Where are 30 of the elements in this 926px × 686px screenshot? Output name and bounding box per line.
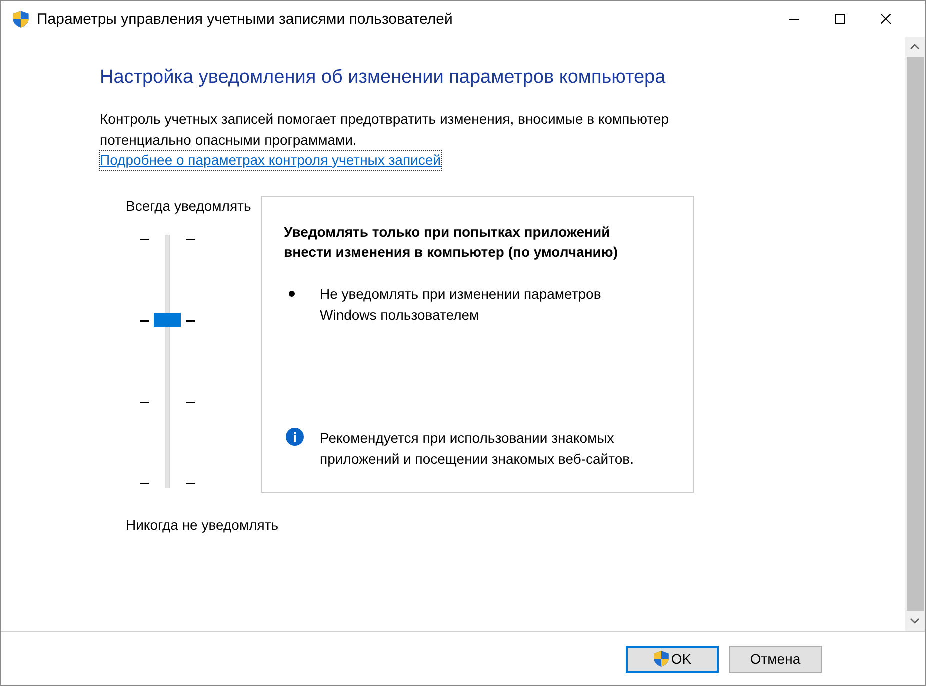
slider-bottom-label: Никогда не уведомлять xyxy=(126,516,279,535)
tick-mark xyxy=(140,483,149,484)
learn-more-link[interactable]: Подробнее о параметрах контроля учетных записей xyxy=(100,151,441,170)
shield-icon xyxy=(653,650,670,668)
page-heading: Настройка уведомления об изменении параметров компьютера xyxy=(100,67,667,89)
recommendation-text: Рекомендуется при использовании знакомых приложений и посещении знакомых веб-сайтов. xyxy=(320,429,635,469)
tick-mark xyxy=(186,239,195,240)
slider-thumb[interactable] xyxy=(154,312,181,327)
info-icon xyxy=(286,428,304,446)
close-icon[interactable] xyxy=(881,14,891,24)
shield-icon xyxy=(12,10,30,28)
cancel-button[interactable]: Отмена xyxy=(729,646,822,672)
tick-mark xyxy=(140,402,149,403)
tick-mark xyxy=(186,402,195,403)
bullet-text: Не уведомлять при изменении параметров Windows пользователем xyxy=(320,285,602,325)
maximize-icon[interactable] xyxy=(835,14,845,24)
tick-mark xyxy=(140,239,149,240)
ok-button[interactable]: OK xyxy=(626,646,719,672)
tick-mark xyxy=(140,320,149,322)
scrollbar-thumb[interactable] xyxy=(906,57,924,611)
window-title: Параметры управления учетными записями пользователей xyxy=(37,10,453,28)
bullet-icon xyxy=(289,291,295,297)
description-text: Контроль учетных записей помогает предотвратить изменения, вносимые в компьютер потенциально опасными программами. xyxy=(100,110,670,150)
tick-mark xyxy=(186,483,195,484)
scroll-up-icon[interactable] xyxy=(910,43,920,51)
tick-mark xyxy=(186,320,195,322)
panel-title: Уведомлять только при попытках приложений внести изменения в компьютер (по умолчанию) xyxy=(284,223,619,262)
slider-top-label: Всегда уведомлять xyxy=(126,197,252,216)
scroll-down-icon[interactable] xyxy=(910,617,920,625)
scrollbar[interactable] xyxy=(905,37,925,631)
